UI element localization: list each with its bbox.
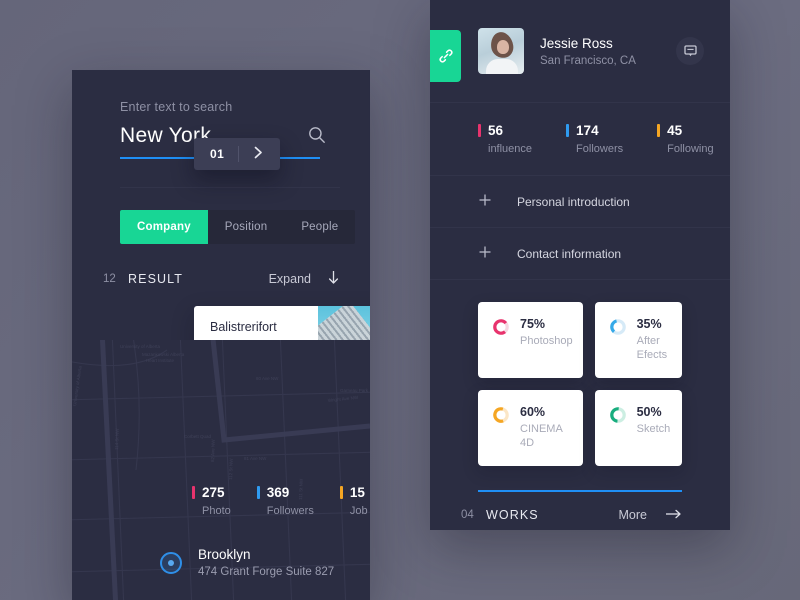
chevron-right-icon[interactable] bbox=[239, 146, 278, 162]
stat-color-bar bbox=[478, 124, 481, 137]
profile-location: San Francisco, CA bbox=[540, 54, 636, 67]
skill-card[interactable]: 60% CINEMA 4D bbox=[478, 390, 583, 466]
stat-label: Following bbox=[667, 143, 714, 155]
stat-label: Followers bbox=[576, 143, 624, 155]
stat-value: 275 bbox=[202, 485, 225, 500]
segmented-control: Company Position People bbox=[120, 210, 356, 244]
skill-percent: 60% bbox=[520, 405, 546, 419]
plus-icon bbox=[478, 193, 493, 210]
tab-position[interactable]: Position bbox=[208, 210, 285, 244]
stat-value: 45 bbox=[667, 123, 683, 138]
stat-value: 174 bbox=[576, 123, 599, 138]
search-icon[interactable] bbox=[308, 126, 326, 144]
svg-text:82 Ave NW: 82 Ave NW bbox=[210, 439, 216, 462]
svg-text:Garneau Park: Garneau Park bbox=[340, 388, 369, 393]
search-label: Enter text to search bbox=[120, 100, 233, 114]
stat-label: Photo bbox=[202, 505, 231, 517]
skill-cards: 75% Photoshop 35% After Efects 60% CINEM… bbox=[430, 280, 730, 490]
search-panel: Enter text to search New York Company Po… bbox=[72, 70, 370, 600]
skill-percent: 35% bbox=[636, 317, 662, 331]
profile-info: Jessie Ross San Francisco, CA bbox=[540, 36, 676, 67]
svg-text:Mazankowski Alberta: Mazankowski Alberta bbox=[142, 352, 185, 357]
location-address: 474 Grant Forge Suite 827 bbox=[198, 566, 335, 578]
skill-percent: 50% bbox=[636, 405, 662, 419]
svg-text:Corbett Quad: Corbett Quad bbox=[184, 434, 212, 439]
works-index: 04 bbox=[461, 509, 474, 521]
results-header: 12 RESULT Expand bbox=[72, 266, 370, 288]
stat-followers: 369 Followers bbox=[256, 485, 314, 517]
works-thumbnails bbox=[430, 522, 730, 530]
progress-ring-icon bbox=[492, 318, 510, 336]
stat-label: Job bbox=[349, 505, 368, 517]
results-count: 12 bbox=[103, 273, 116, 285]
profile-header: Jessie Ross San Francisco, CA bbox=[430, 0, 730, 74]
stat-influence: 56 influence bbox=[478, 123, 532, 155]
pager-badge[interactable]: 01 bbox=[194, 138, 281, 170]
stat-color-bar bbox=[657, 124, 661, 137]
accordion-label: Personal introduction bbox=[517, 194, 630, 209]
filter-tabs: Company Position People bbox=[72, 188, 370, 266]
profile-stats: 56 influence 174 Followers 45 Following bbox=[430, 103, 730, 175]
link-icon[interactable] bbox=[430, 30, 461, 82]
profile-name: Jessie Ross bbox=[540, 35, 613, 51]
arrow-right-icon[interactable] bbox=[665, 508, 682, 522]
accordion-personal-introduction[interactable]: Personal introduction bbox=[430, 175, 730, 228]
skill-card[interactable]: 75% Photoshop bbox=[478, 302, 583, 378]
progress-ring-icon bbox=[609, 318, 627, 336]
plus-icon bbox=[478, 245, 493, 262]
svg-text:Heart Institute: Heart Institute bbox=[146, 358, 175, 363]
svg-text:114 St NW: 114 St NW bbox=[114, 428, 120, 450]
chat-bubble-icon[interactable] bbox=[676, 37, 704, 65]
works-title: WORKS bbox=[486, 508, 539, 522]
svg-text:81 Ave NW: 81 Ave NW bbox=[244, 456, 267, 461]
skill-card[interactable]: 35% After Efects bbox=[594, 302, 682, 378]
accordion-label: Contact information bbox=[517, 246, 622, 261]
stat-following: 45 Following bbox=[657, 123, 714, 155]
pager-index: 01 bbox=[210, 147, 225, 161]
expand-button[interactable]: Expand bbox=[269, 272, 311, 286]
stat-job: 15 Job bbox=[339, 485, 368, 517]
stat-label: influence bbox=[488, 143, 533, 155]
location-pin-icon bbox=[160, 551, 182, 574]
stat-value: 15 bbox=[349, 485, 365, 500]
stat-color-bar bbox=[566, 124, 570, 137]
progress-ring-icon bbox=[609, 406, 627, 424]
progress-ring-icon bbox=[492, 406, 510, 424]
svg-text:112 St NW: 112 St NW bbox=[228, 458, 234, 480]
accordion-contact-information[interactable]: Contact information bbox=[430, 228, 730, 280]
result-card-name: Balistrerifort bbox=[210, 320, 277, 334]
stat-photo: 275 Photo bbox=[192, 485, 231, 517]
location-row[interactable]: Brooklyn 474 Grant Forge Suite 827 bbox=[72, 517, 370, 578]
search-block: Enter text to search New York bbox=[72, 70, 370, 188]
stat-value: 56 bbox=[488, 123, 504, 138]
stat-followers: 174 Followers bbox=[566, 123, 623, 155]
skill-name: CINEMA 4D bbox=[520, 423, 563, 449]
skill-name: Photoshop bbox=[520, 335, 573, 347]
skill-percent: 75% bbox=[520, 317, 546, 331]
stat-label: Followers bbox=[266, 505, 314, 517]
svg-text:80 Ave NW: 80 Ave NW bbox=[256, 376, 279, 381]
skill-card[interactable]: 50% Sketch bbox=[594, 390, 682, 466]
avatar bbox=[478, 28, 524, 74]
stat-color-bar bbox=[192, 486, 195, 499]
stat-color-bar bbox=[339, 486, 343, 499]
tab-company[interactable]: Company bbox=[120, 210, 208, 244]
works-header: 04 WORKS More bbox=[430, 492, 730, 522]
location-name: Brooklyn bbox=[198, 547, 251, 562]
results-title: RESULT bbox=[128, 272, 183, 286]
stat-value: 369 bbox=[266, 485, 290, 500]
skill-name: After Efects bbox=[636, 335, 668, 361]
skill-name: Sketch bbox=[636, 423, 671, 435]
profile-panel: Jessie Ross San Francisco, CA 56 influen… bbox=[430, 0, 730, 530]
works-more-button[interactable]: More bbox=[619, 508, 647, 522]
tab-people[interactable]: People bbox=[284, 210, 355, 244]
stat-color-bar bbox=[256, 486, 260, 499]
arrow-down-icon[interactable] bbox=[327, 270, 340, 288]
svg-text:University of Alberta: University of Alberta bbox=[120, 344, 161, 349]
company-stats: 275 Photo 369 Followers 15 Job bbox=[72, 485, 370, 517]
